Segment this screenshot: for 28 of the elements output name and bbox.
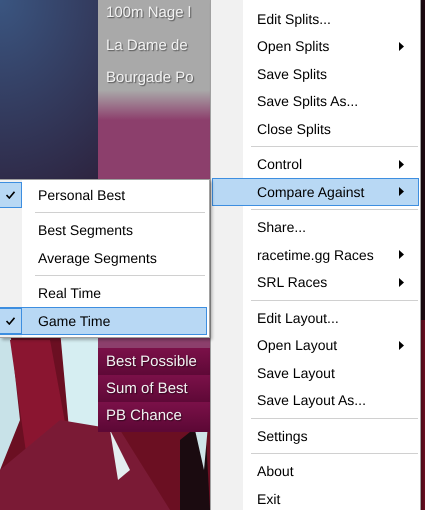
menu-item[interactable]: Average Segments bbox=[0, 244, 207, 272]
menu-item[interactable]: Open Layout bbox=[212, 332, 419, 359]
stat-label: Sum of Best bbox=[98, 375, 210, 402]
menu-item[interactable]: Share... bbox=[212, 214, 419, 241]
menu-item[interactable]: Edit Layout... bbox=[212, 304, 419, 332]
menu-item[interactable]: Settings bbox=[212, 422, 419, 450]
menu-item[interactable]: Save Layout bbox=[212, 359, 419, 386]
menu-item[interactable]: racetime.gg Races bbox=[212, 241, 419, 268]
stat-label: PB Chance bbox=[98, 402, 210, 429]
menu-item[interactable]: Save Layout As... bbox=[212, 386, 419, 414]
menu-item[interactable]: SRL Races bbox=[212, 268, 419, 296]
menu-item[interactable]: Save Splits As... bbox=[212, 88, 419, 115]
split-name: Bourgade Po bbox=[105, 68, 195, 88]
menu-item[interactable]: Control bbox=[212, 150, 419, 178]
menu-item[interactable]: Game Time bbox=[0, 307, 207, 334]
menu-item[interactable]: About bbox=[212, 458, 419, 485]
menu-item[interactable]: Close Splits bbox=[212, 115, 419, 142]
stat-label: Best Possible bbox=[98, 348, 210, 375]
menu-item[interactable]: Personal Best bbox=[0, 181, 207, 208]
split-name: La Dame de bbox=[105, 36, 189, 56]
menu-item[interactable]: Save Splits bbox=[212, 60, 419, 88]
menu-item[interactable]: Edit Splits... bbox=[212, 5, 419, 32]
menu-item[interactable]: Compare Against bbox=[212, 178, 419, 206]
menu-item[interactable]: Real Time bbox=[0, 280, 207, 307]
menu-item[interactable]: Open Splits bbox=[212, 32, 419, 60]
split-name: 100m Nage l bbox=[105, 3, 192, 23]
menu-item[interactable]: Best Segments bbox=[0, 216, 207, 244]
menu-item[interactable]: Exit bbox=[212, 485, 419, 510]
